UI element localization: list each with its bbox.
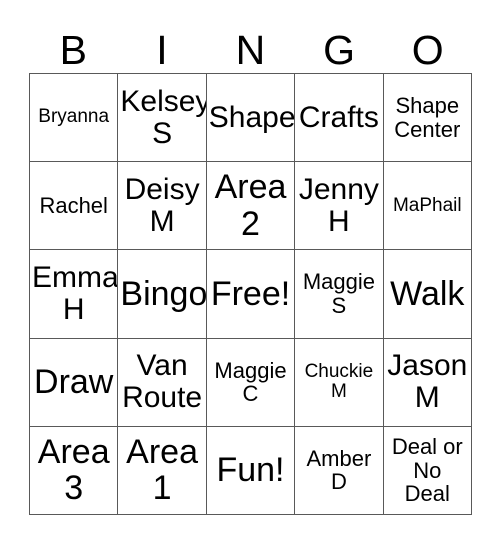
bingo-cell-r4c4[interactable]: Chuckie M [295, 338, 384, 427]
bingo-cell-r5c5[interactable]: Deal or No Deal [383, 426, 472, 515]
bingo-header-letter-b: B [29, 14, 118, 73]
bingo-card: B I N G O Bryanna Kelsey S Shape Crafts Shape Ce… [0, 0, 500, 544]
bingo-cell-label: Jason M [387, 349, 468, 415]
bingo-cell-label: Bryanna [38, 106, 110, 128]
bingo-header-letter-g: G [295, 14, 384, 73]
bingo-cell-label: Bingo [120, 274, 207, 313]
bingo-cell-label: Walk [390, 274, 465, 313]
bingo-header-letter-text: B [59, 27, 87, 73]
bingo-cell-r1c1[interactable]: Bryanna [30, 74, 119, 163]
bingo-header-row: BINGO [29, 14, 472, 73]
bingo-cell-label: Kelsey S [120, 84, 207, 150]
bingo-cell-r3c2[interactable]: Bingo [118, 250, 207, 339]
bingo-cell-label: Emma H [32, 260, 119, 326]
bingo-cell-r1c5[interactable]: Shape Center [383, 74, 472, 163]
bingo-cell-r4c2[interactable]: Van Route [118, 338, 207, 427]
bingo-cell-r1c2[interactable]: Kelsey S [118, 74, 207, 163]
bingo-cell-label: Maggie C [214, 357, 287, 407]
bingo-header-letter-o: O [383, 14, 472, 73]
bingo-header-letter-text: G [323, 27, 356, 73]
bingo-cell-label: Shape [208, 100, 296, 134]
bingo-cell-r2c4[interactable]: Jenny H [295, 162, 384, 251]
bingo-header-letter-i: I [118, 14, 207, 73]
bingo-cell-label: Amber D [306, 445, 372, 495]
bingo-cell-r4c3[interactable]: Maggie C [206, 338, 296, 427]
bingo-header-letter-text: N [235, 27, 266, 73]
bingo-cell-r1c4[interactable]: Crafts [295, 74, 384, 163]
bingo-cell-label: Crafts [298, 100, 379, 134]
bingo-cell-r2c5[interactable]: MaPhail [383, 162, 472, 251]
bingo-cell-r4c5[interactable]: Jason M [383, 338, 472, 427]
bingo-cell-label: Deal or No Deal [391, 434, 463, 507]
bingo-cell-label: Draw [34, 363, 114, 401]
bingo-cell-label: Shape Center [394, 93, 461, 142]
bingo-header-letter-text: I [156, 27, 168, 73]
bingo-cell-r2c2[interactable]: Deisy M [118, 162, 207, 251]
bingo-cell-r3c5[interactable]: Walk [383, 250, 472, 339]
bingo-grid: Bryanna Kelsey S Shape Crafts Shape Center Ra… [29, 73, 472, 515]
bingo-cell-label: Area 2 [214, 168, 287, 243]
bingo-cell-label: Van Route [122, 349, 203, 415]
bingo-cell-label: Jenny H [298, 172, 379, 238]
bingo-cell-r3c1[interactable]: Emma H [30, 250, 119, 339]
bingo-cell-r5c1[interactable]: Area 3 [30, 426, 119, 515]
bingo-cell-r2c3[interactable]: Area 2 [206, 162, 296, 251]
bingo-cell-label: Maggie S [302, 269, 375, 318]
bingo-cell-label: Free! [210, 274, 291, 313]
bingo-cell-r3c4[interactable]: Maggie S [295, 250, 384, 339]
bingo-cell-r4c1[interactable]: Draw [30, 338, 119, 427]
bingo-cell-label: Chuckie M [304, 360, 374, 403]
bingo-cell-r5c3[interactable]: Fun! [206, 426, 296, 515]
bingo-cell-r1c3[interactable]: Shape [206, 74, 296, 163]
bingo-cell-label: Rachel [39, 193, 108, 219]
bingo-cell-label: MaPhail [392, 194, 462, 216]
bingo-cell-r5c2[interactable]: Area 1 [118, 426, 207, 515]
bingo-cell-label: Area 1 [126, 433, 198, 508]
bingo-free-space-cell[interactable]: Free! [206, 250, 296, 339]
bingo-header-letter-text: O [411, 27, 444, 73]
bingo-cell-label: Fun! [216, 451, 285, 490]
bingo-cell-label: Area 3 [37, 433, 110, 508]
bingo-cell-r5c4[interactable]: Amber D [295, 426, 384, 515]
bingo-cell-label: Deisy M [124, 172, 200, 238]
bingo-cell-r2c1[interactable]: Rachel [30, 162, 119, 251]
bingo-header-letter-n: N [206, 14, 295, 73]
